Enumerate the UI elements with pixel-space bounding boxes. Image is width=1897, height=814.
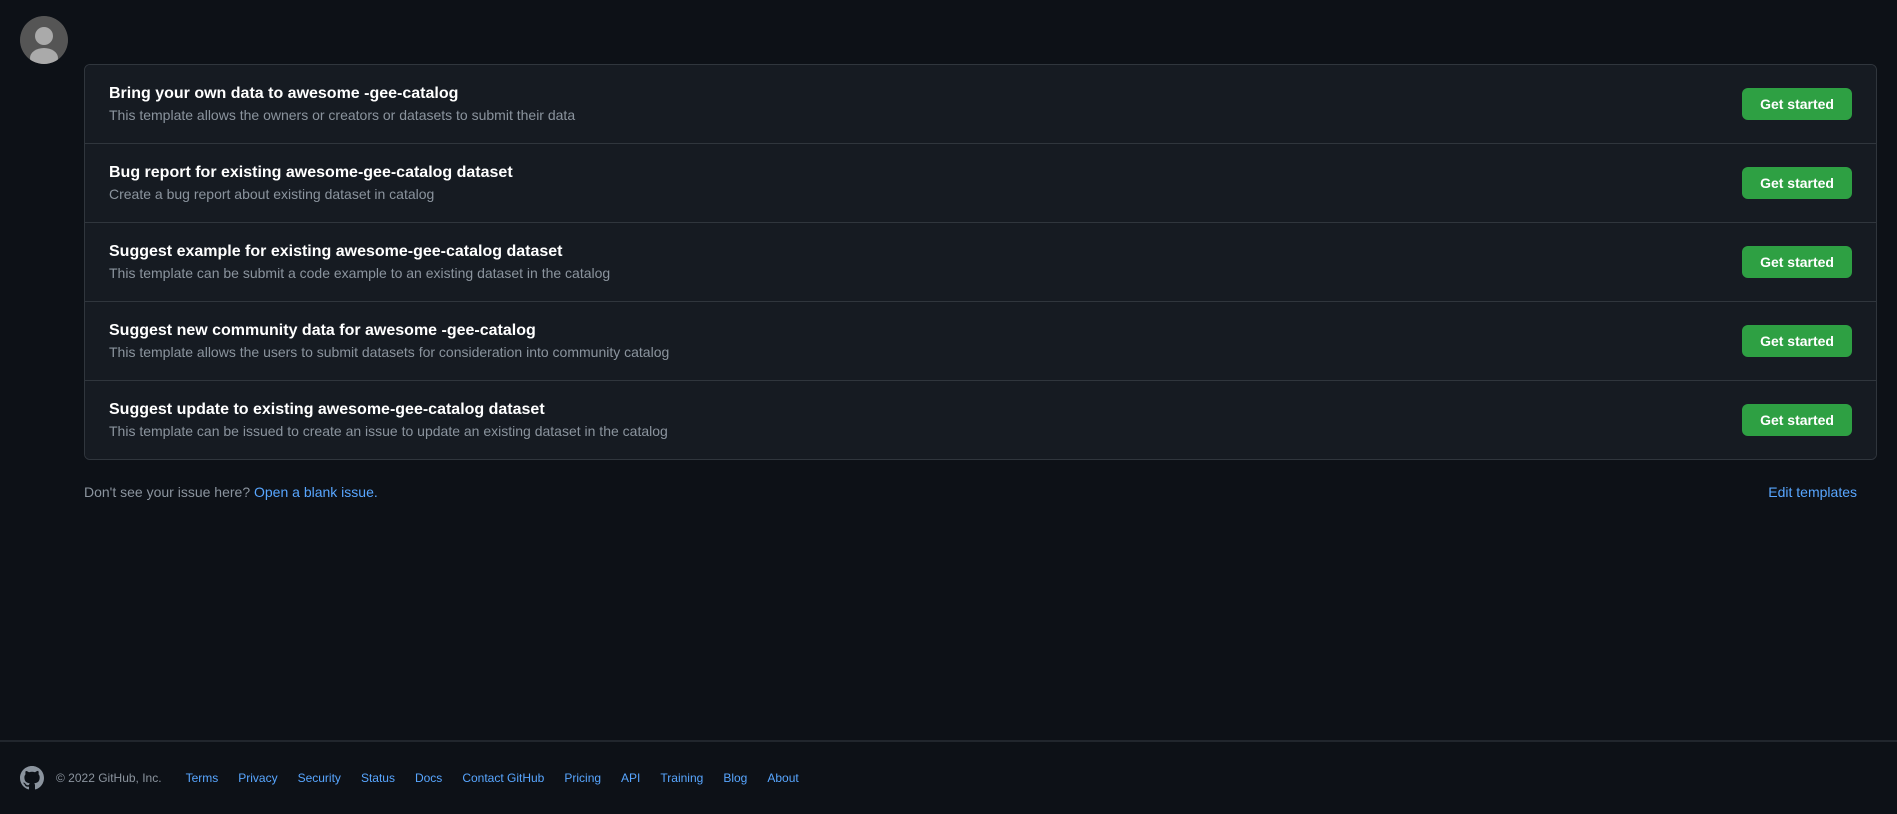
template-text: Bring your own data to awesome -gee-cata… [109, 85, 1718, 123]
footer-link[interactable]: Docs [415, 771, 442, 785]
template-description: Create a bug report about existing datas… [109, 186, 1718, 202]
blank-issue-link[interactable]: Open a blank issue. [254, 484, 378, 500]
get-started-button[interactable]: Get started [1742, 246, 1852, 278]
footer-link[interactable]: API [621, 771, 640, 785]
footer-link[interactable]: Terms [186, 771, 219, 785]
template-item: Bring your own data to awesome -gee-cata… [85, 65, 1876, 144]
footer-link[interactable]: Contact GitHub [462, 771, 544, 785]
blank-issue-text: Don't see your issue here? Open a blank … [84, 484, 378, 500]
template-item: Suggest new community data for awesome -… [85, 302, 1876, 381]
template-title: Suggest example for existing awesome-gee… [109, 243, 1718, 261]
footer: © 2022 GitHub, Inc. Terms Privacy Security… [0, 741, 1897, 814]
footer-link[interactable]: Status [361, 771, 395, 785]
template-description: This template can be submit a code examp… [109, 265, 1718, 281]
main-content: Bring your own data to awesome -gee-cata… [0, 0, 1897, 720]
edit-templates-link[interactable]: Edit templates [1768, 484, 1857, 500]
footer-link[interactable]: Privacy [238, 771, 277, 785]
footer-link[interactable]: Training [660, 771, 703, 785]
footer-link[interactable]: Blog [723, 771, 747, 785]
template-title: Suggest new community data for awesome -… [109, 322, 1718, 340]
footer-link[interactable]: Security [298, 771, 341, 785]
footer-link[interactable]: About [767, 771, 798, 785]
get-started-button[interactable]: Get started [1742, 88, 1852, 120]
template-description: This template allows the users to submit… [109, 344, 1718, 360]
github-logo-icon [20, 766, 44, 790]
templates-list: Bring your own data to awesome -gee-cata… [84, 64, 1877, 460]
template-title: Bug report for existing awesome-gee-cata… [109, 164, 1718, 182]
template-text: Bug report for existing awesome-gee-cata… [109, 164, 1718, 202]
template-text: Suggest example for existing awesome-gee… [109, 243, 1718, 281]
get-started-button[interactable]: Get started [1742, 325, 1852, 357]
blank-issue-row: Don't see your issue here? Open a blank … [0, 468, 1897, 516]
get-started-button[interactable]: Get started [1742, 404, 1852, 436]
template-title: Bring your own data to awesome -gee-cata… [109, 85, 1718, 103]
template-text: Suggest new community data for awesome -… [109, 322, 1718, 360]
footer-link[interactable]: Pricing [564, 771, 601, 785]
template-text: Suggest update to existing awesome-gee-c… [109, 401, 1718, 439]
template-description: This template allows the owners or creat… [109, 107, 1718, 123]
header-area [0, 0, 1897, 64]
footer-copyright: © 2022 GitHub, Inc. [56, 771, 162, 785]
template-title: Suggest update to existing awesome-gee-c… [109, 401, 1718, 419]
page-container: Bring your own data to awesome -gee-cata… [0, 0, 1897, 814]
template-description: This template can be issued to create an… [109, 423, 1718, 439]
template-item: Bug report for existing awesome-gee-cata… [85, 144, 1876, 223]
blank-issue-prefix: Don't see your issue here? [84, 484, 254, 500]
template-item: Suggest update to existing awesome-gee-c… [85, 381, 1876, 459]
template-item: Suggest example for existing awesome-gee… [85, 223, 1876, 302]
avatar [20, 16, 68, 64]
get-started-button[interactable]: Get started [1742, 167, 1852, 199]
footer-links: Terms Privacy Security Status Docs Contact Gi… [186, 771, 799, 785]
